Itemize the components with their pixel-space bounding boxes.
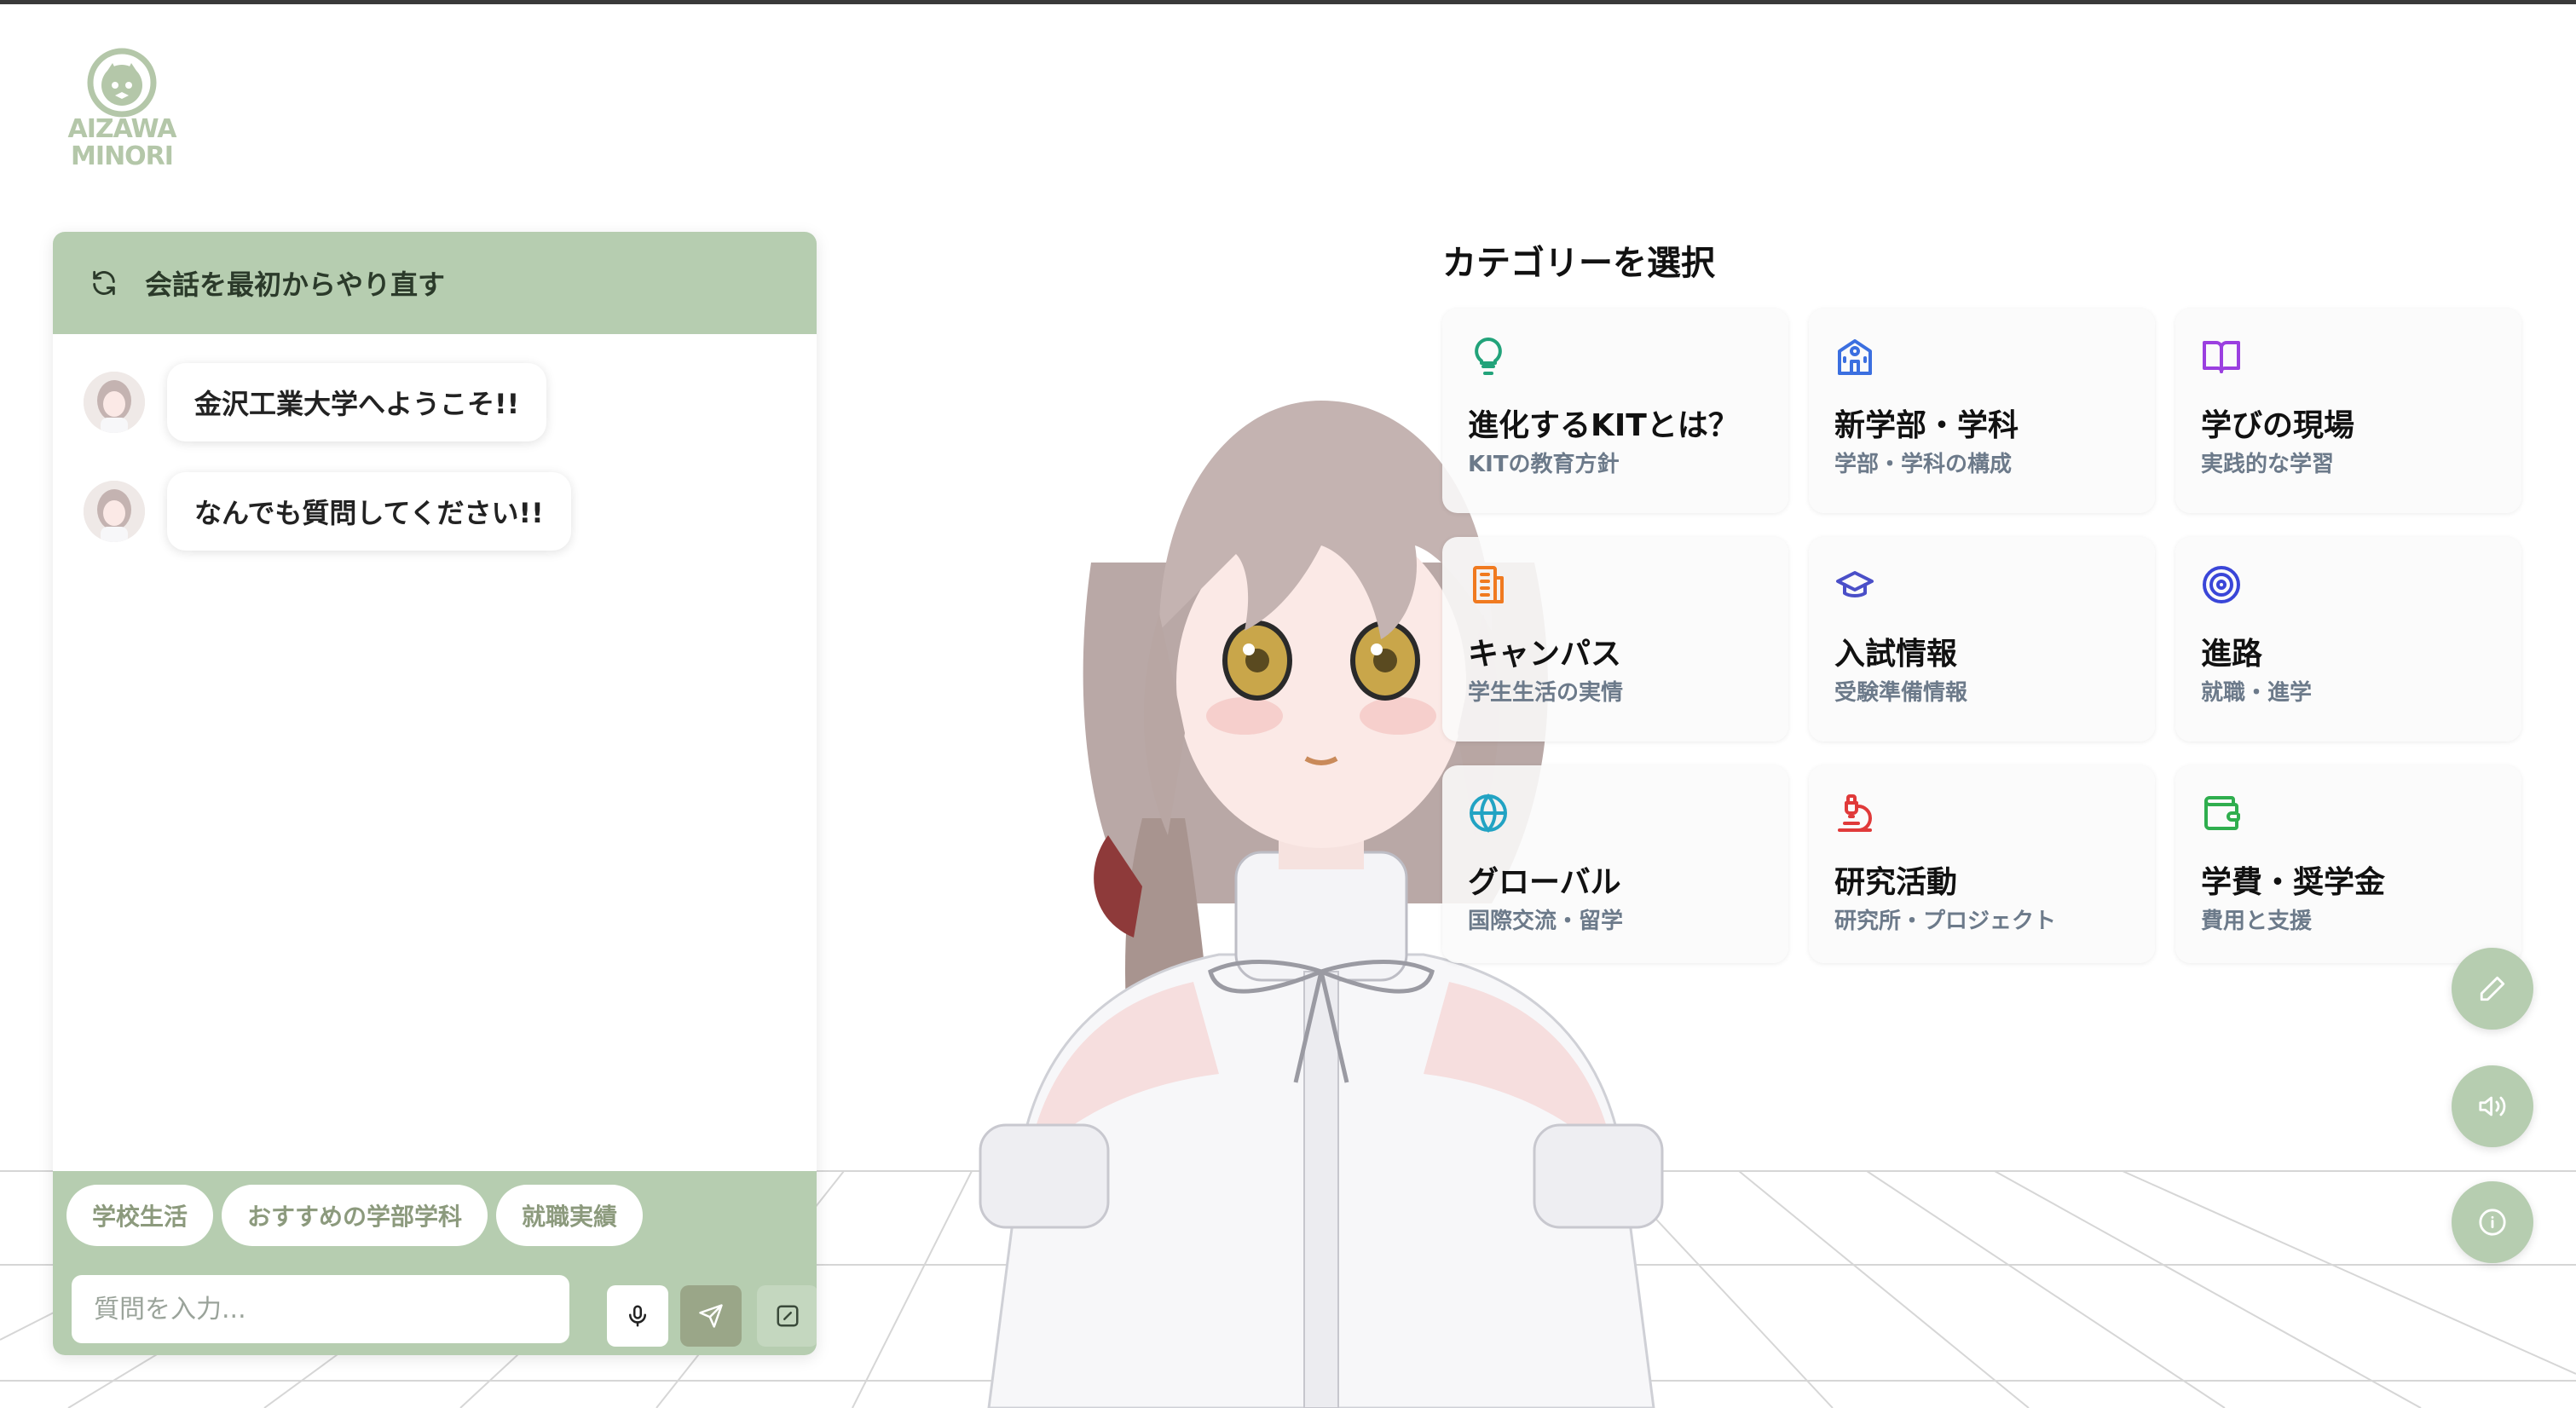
building-icon	[1473, 566, 1504, 603]
edit-button[interactable]	[757, 1285, 817, 1347]
logo-line-2: MINORI	[71, 141, 174, 171]
reset-conversation-label: 会話を最初からやり直す	[145, 268, 446, 301]
reset-conversation-button[interactable]: 会話を最初からやり直す	[53, 232, 817, 334]
logo-emblem-icon	[87, 48, 157, 118]
send-icon	[699, 1304, 723, 1328]
category-card-admissions[interactable]: 入試情報 受験準備情報	[1809, 537, 2155, 742]
category-card-departments[interactable]: 新学部・学科 学部・学科の構成	[1809, 309, 2155, 513]
pen-icon	[2480, 976, 2505, 1001]
category-card-global[interactable]: グローバル 国際交流・留学	[1442, 765, 1788, 963]
chat-message: なんでも質問してください!!	[84, 472, 571, 551]
globe-icon	[1470, 793, 1507, 834]
category-card-tuition[interactable]: 学費・奨学金 費用と支援	[2175, 765, 2521, 963]
category-card-research[interactable]: 研究活動 研究所・プロジェクト	[1809, 765, 2155, 963]
edit-square-icon	[777, 1305, 799, 1327]
voice-input-button[interactable]	[607, 1285, 668, 1347]
logo-line-1: AIZAWA	[67, 114, 177, 144]
microphone-icon	[629, 1305, 646, 1327]
refresh-icon	[87, 266, 121, 300]
category-card-career[interactable]: 進路 就職・進学	[2175, 537, 2521, 742]
send-button[interactable]	[680, 1285, 742, 1347]
target-icon	[2203, 566, 2240, 603]
chat-panel: 会話を最初からやり直す 金沢工業大学へようこそ!! なんでも質問してください!!	[53, 232, 817, 1355]
chat-message: 金沢工業大学へようこそ!!	[84, 363, 547, 441]
bot-avatar	[84, 372, 145, 433]
microscope-icon	[1838, 794, 1872, 832]
category-card-campus[interactable]: キャンパス 学生生活の実情	[1442, 537, 1788, 742]
speaker-icon	[2479, 1096, 2506, 1117]
volume-button[interactable]	[2452, 1065, 2533, 1147]
info-icon	[2479, 1209, 2506, 1236]
suggestion-chip-campus-life[interactable]: 学校生活	[66, 1185, 214, 1246]
message-bubble: 金沢工業大学へようこそ!!	[167, 363, 547, 441]
school-building-icon	[1838, 339, 1872, 375]
suggestion-chip-employment-record[interactable]: 就職実績	[496, 1185, 644, 1246]
question-input[interactable]	[72, 1275, 569, 1343]
suggestion-chip-recommended-departments[interactable]: おすすめの学部学科	[222, 1185, 488, 1246]
bot-avatar	[84, 481, 145, 542]
info-button[interactable]	[2452, 1181, 2533, 1263]
pen-button[interactable]	[2452, 948, 2533, 1030]
wallet-icon	[2204, 796, 2240, 830]
lightbulb-icon	[1475, 338, 1502, 375]
aizawa-minori-logo: AIZAWA MINORI	[66, 48, 177, 171]
message-bubble: なんでも質問してください!!	[167, 472, 571, 551]
category-heading: カテゴリーを選択	[1442, 244, 1715, 283]
open-book-icon	[2203, 341, 2240, 373]
category-card-learning[interactable]: 学びの現場 実践的な学習	[2175, 309, 2521, 513]
category-card-kit[interactable]: 進化するKITとは？ KITの教育方針	[1442, 309, 1788, 513]
suggestion-chips: 学校生活 おすすめの学部学科 就職実績	[66, 1185, 644, 1246]
graduation-cap-icon	[1836, 571, 1874, 597]
window-top-border	[0, 0, 2576, 4]
chat-input-area: 学校生活 おすすめの学部学科 就職実績	[53, 1171, 817, 1355]
